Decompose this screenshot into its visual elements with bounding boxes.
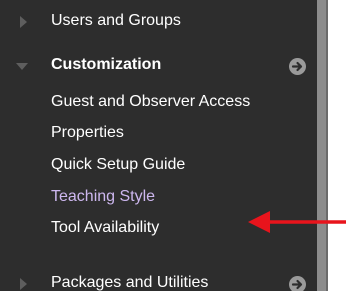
expand-right-icon[interactable] xyxy=(20,16,27,28)
circle-arrow-icon[interactable] xyxy=(289,276,306,291)
expand-right-icon[interactable] xyxy=(20,278,27,290)
circle-arrow-icon[interactable] xyxy=(289,58,306,75)
submenu-item-label: Quick Setup Guide xyxy=(51,156,186,173)
menu-item-label: Users and Groups xyxy=(51,12,181,29)
control-panel-menu: Users and Groups Customization Guest and… xyxy=(0,0,317,291)
submenu-item-label: Properties xyxy=(51,124,124,141)
submenu-item-quick-setup-guide[interactable]: Quick Setup Guide xyxy=(0,152,317,180)
submenu-item-label: Tool Availability xyxy=(51,219,160,236)
submenu-item-guest-and-observer-access[interactable]: Guest and Observer Access xyxy=(0,89,317,117)
red-arrow-icon xyxy=(248,211,346,233)
submenu-item-label: Guest and Observer Access xyxy=(51,93,251,110)
submenu-item-properties[interactable]: Properties xyxy=(0,120,317,148)
menu-item-users-and-groups[interactable]: Users and Groups xyxy=(0,8,317,36)
collapse-down-icon[interactable] xyxy=(16,63,28,70)
menu-item-packages-and-utilities[interactable]: Packages and Utilities xyxy=(0,270,317,291)
menu-section-label: Customization xyxy=(51,56,162,73)
scrollbar[interactable] xyxy=(317,0,328,291)
submenu-item-label: Teaching Style xyxy=(51,188,156,205)
menu-item-label: Packages and Utilities xyxy=(51,274,209,291)
submenu-item-teaching-style[interactable]: Teaching Style xyxy=(0,184,317,212)
menu-section-customization[interactable]: Customization xyxy=(0,52,317,80)
